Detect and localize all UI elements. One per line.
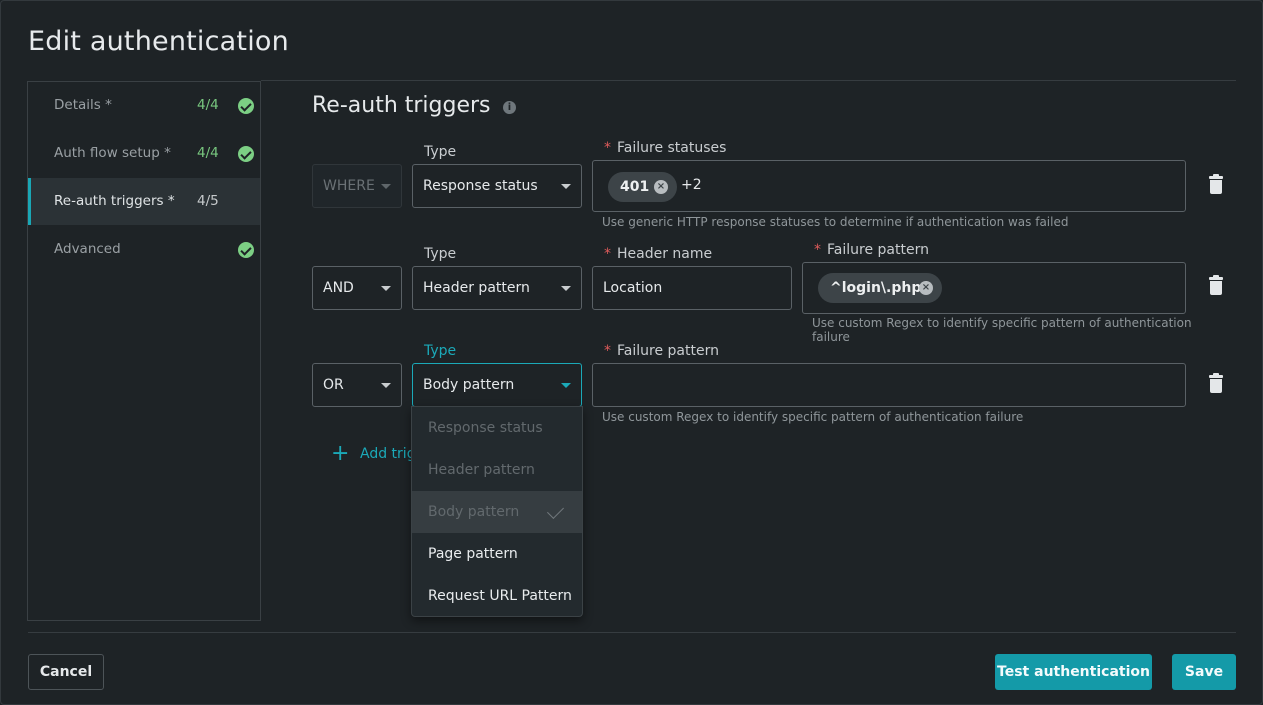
failure-pattern-label: * Failure pattern [814,242,929,258]
check-circle-icon [238,98,254,114]
plus-icon: + [331,441,350,466]
type-select-header-pattern[interactable]: Header pattern [412,266,582,310]
type-label: Type [424,246,457,262]
chip-label: ^login\.php$ [830,280,932,296]
type-label: Type [424,144,457,160]
operator-select-or[interactable]: OR [312,363,402,407]
menu-item-page-pattern[interactable]: Page pattern [412,533,582,575]
menu-item-header-pattern: Header pattern [428,462,535,478]
footer-divider [28,632,1236,633]
failure-pattern-input[interactable]: ^login\.php$ × [802,262,1186,314]
operator-select-where: WHERE [312,164,402,208]
caret-down-icon [381,383,391,388]
sidebar-item-details[interactable]: Details * 4/4 [28,82,260,129]
operator-value: AND [323,280,354,296]
failure-pattern-label: * Failure pattern [604,343,719,359]
sidebar-item-label: Auth flow setup * [54,145,171,161]
menu-item-response-status: Response status [428,420,543,436]
helper-text: Use custom Regex to identify specific pa… [812,316,1192,344]
remove-chip-icon[interactable]: × [919,281,933,295]
sidebar-item-count: 4/5 [197,193,219,209]
operator-value: OR [323,377,344,393]
helper-text: Use custom Regex to identify specific pa… [602,410,1024,424]
check-circle-icon [238,242,254,258]
failure-pattern-input[interactable] [592,363,1186,407]
check-circle-icon [238,146,254,162]
type-value: Response status [423,178,538,194]
divider [261,80,1236,81]
failure-statuses-label: * Failure statuses [604,140,727,156]
dialog-title: Edit authentication [28,26,289,57]
sidebar: Details * 4/4 Auth flow setup * 4/4 Re-a… [27,81,261,621]
type-label: Type [424,343,457,359]
failure-statuses-input[interactable]: 401 × +2 [592,160,1186,212]
caret-down-icon [561,184,571,189]
operator-value: WHERE [323,178,375,194]
info-icon[interactable]: i [503,101,516,114]
helper-text: Use generic HTTP response statuses to de… [602,215,1069,229]
menu-item-body-pattern: Body pattern [412,491,582,533]
header-name-value: Location [603,280,663,296]
chip-label: 401 [620,179,650,195]
caret-down-icon [561,383,571,388]
save-button[interactable]: Save [1172,654,1236,690]
header-name-label: * Header name [604,246,713,262]
test-authentication-button[interactable]: Test authentication [995,654,1152,690]
status-chip: 401 × [608,172,677,202]
delete-trigger-icon[interactable] [1209,174,1223,194]
sidebar-item-auth-flow-setup[interactable]: Auth flow setup * 4/4 [28,130,260,177]
type-select-body-pattern[interactable]: Body pattern [412,363,582,407]
pattern-chip: ^login\.php$ × [818,273,942,303]
remove-chip-icon[interactable]: × [654,180,668,194]
delete-trigger-icon[interactable] [1209,373,1223,393]
sidebar-item-count: 4/4 [197,145,219,161]
sidebar-item-label: Advanced [54,241,121,257]
section-title: Re-auth triggers [312,93,491,118]
sidebar-item-count: 4/4 [197,97,219,113]
check-icon [547,502,564,519]
menu-item-request-url-pattern[interactable]: Request URL Pattern [412,575,582,616]
caret-down-icon [381,184,391,189]
add-trigger-label: Add trig [360,446,416,462]
type-value: Header pattern [423,280,530,296]
caret-down-icon [381,286,391,291]
sidebar-item-label: Re-auth triggers * [54,193,175,209]
more-count: +2 [681,177,702,193]
operator-select-and[interactable]: AND [312,266,402,310]
sidebar-item-re-auth-triggers[interactable]: Re-auth triggers * 4/5 [28,178,260,225]
sidebar-item-advanced[interactable]: Advanced [28,226,260,273]
sidebar-item-label: Details * [54,97,112,113]
delete-trigger-icon[interactable] [1209,275,1223,295]
type-value: Body pattern [423,377,515,393]
cancel-button[interactable]: Cancel [28,654,104,690]
caret-down-icon [561,286,571,291]
type-select-response-status[interactable]: Response status [412,164,582,208]
header-name-input[interactable]: Location [592,266,792,310]
type-dropdown-menu: Response status Header pattern Body patt… [411,406,583,617]
